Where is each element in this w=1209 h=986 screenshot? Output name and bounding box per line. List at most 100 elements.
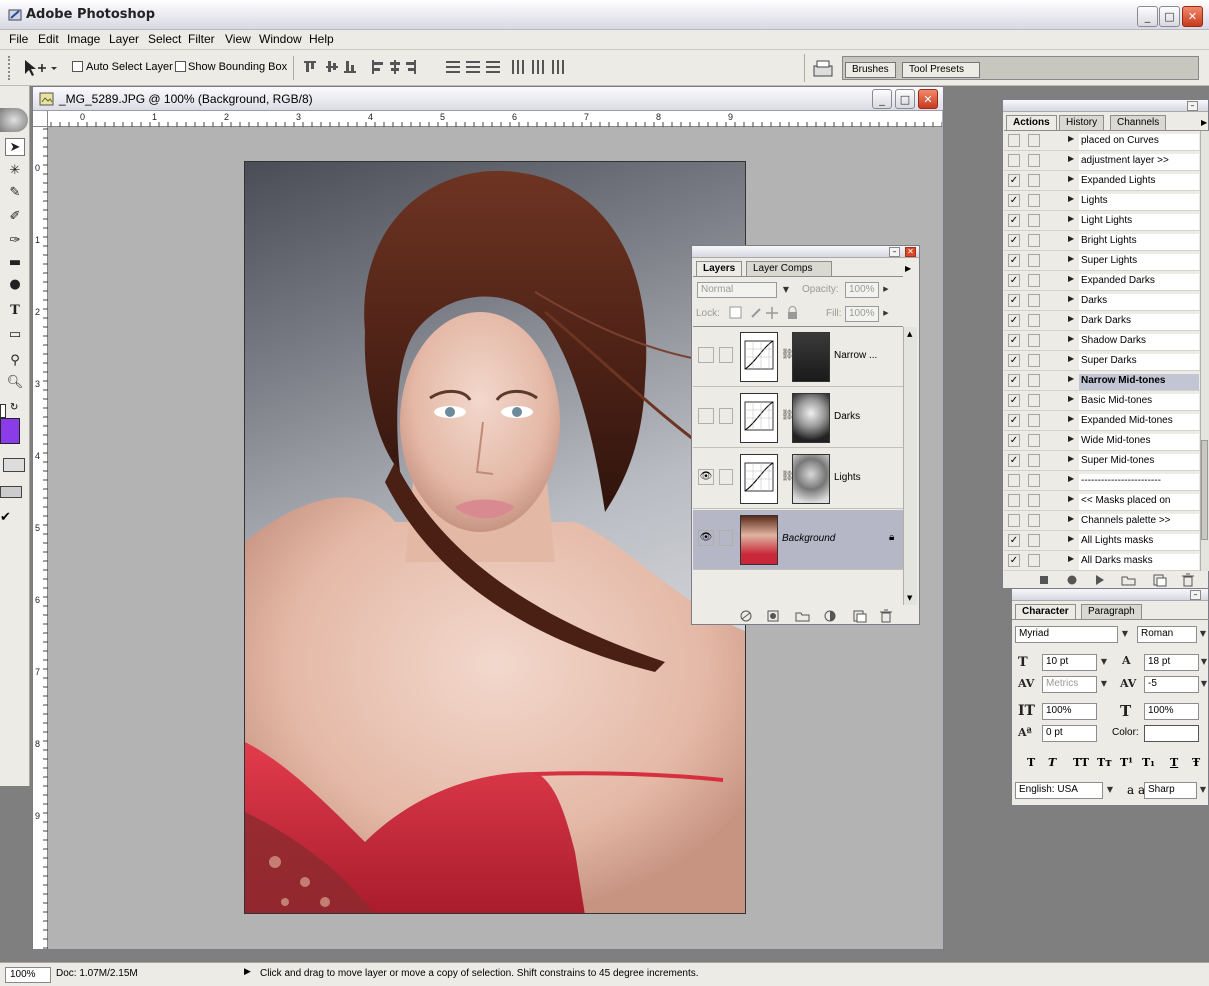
gradient-tool-icon[interactable]: ▬ (5, 254, 25, 272)
expand-triangle-icon[interactable]: ▶ (1068, 374, 1074, 383)
menu-select[interactable]: Select (148, 32, 181, 46)
action-label[interactable]: adjustment layer >> (1079, 154, 1199, 170)
expand-triangle-icon[interactable]: ▶ (1068, 194, 1074, 203)
history-brush-tool-icon[interactable]: ✑ (5, 232, 25, 250)
font-style-select[interactable]: Roman (1137, 626, 1197, 643)
curves-adjustment-thumbnail[interactable] (740, 332, 778, 382)
eyedropper-tool-icon[interactable]: ⚲ (5, 352, 25, 370)
action-toggle-checkbox[interactable] (1008, 154, 1020, 167)
layer-row-narrow[interactable]: ⛓ Narrow ... (693, 327, 903, 387)
dialog-toggle-checkbox[interactable] (1028, 314, 1040, 327)
checkmark-icon[interactable]: ✓ (1008, 414, 1020, 427)
layers-panel-minimize-button[interactable]: – (889, 247, 900, 257)
layer-link-toggle[interactable] (719, 408, 733, 424)
scroll-down-icon[interactable]: ▼ (907, 594, 912, 602)
move-tool-icon[interactable]: ➤ (5, 138, 25, 156)
action-item[interactable]: ✓ ▶ Basic Mid-tones (1004, 391, 1201, 411)
action-item[interactable]: ✓ ▶ Shadow Darks (1004, 331, 1201, 351)
action-label[interactable]: Shadow Darks (1079, 334, 1199, 350)
chevron-right-icon[interactable]: ▶ (879, 307, 893, 321)
checkmark-icon[interactable]: ✓ (1008, 554, 1020, 567)
options-bar-grip[interactable] (8, 56, 12, 80)
checkmark-icon[interactable]: ✓ (1008, 454, 1020, 467)
action-label[interactable]: All Darks masks (1079, 554, 1199, 570)
expand-triangle-icon[interactable]: ▶ (1068, 414, 1074, 423)
action-item[interactable]: ▶ Channels palette >> (1004, 511, 1201, 531)
zoom-level-field[interactable]: 100% (5, 967, 51, 983)
chevron-down-icon[interactable]: ▼ (1196, 627, 1209, 641)
layer-name[interactable]: Background (782, 533, 835, 544)
actions-panel-titlebar[interactable] (1003, 100, 1208, 112)
action-item[interactable]: ✓ ▶ All Darks masks (1004, 551, 1201, 571)
menu-view[interactable]: View (225, 32, 251, 46)
action-label[interactable]: Super Lights (1079, 254, 1199, 270)
action-label[interactable]: Lights (1079, 194, 1199, 210)
eye-icon[interactable]: 👁︎ (698, 469, 714, 485)
subscript-button[interactable]: T₁ (1142, 756, 1155, 769)
expand-triangle-icon[interactable]: ▶ (1068, 534, 1074, 543)
layers-footer-buttons[interactable] (736, 609, 896, 623)
layers-menu-arrow-icon[interactable]: ▶ (905, 264, 911, 273)
action-item[interactable]: ✓ ▶ Expanded Mid-tones (1004, 411, 1201, 431)
dialog-toggle-checkbox[interactable] (1028, 174, 1040, 187)
expand-triangle-icon[interactable]: ▶ (1068, 394, 1074, 403)
chevron-down-icon[interactable]: ▼ (1097, 655, 1111, 669)
checkmark-icon[interactable]: ✓ (1008, 334, 1020, 347)
tab-layers[interactable]: Layers (696, 261, 743, 276)
font-family-select[interactable]: Myriad (1015, 626, 1118, 643)
menu-image[interactable]: Image (67, 32, 100, 46)
action-item[interactable]: ✓ ▶ Darks (1004, 291, 1201, 311)
dialog-toggle-checkbox[interactable] (1028, 194, 1040, 207)
menu-filter[interactable]: Filter (188, 32, 215, 46)
actions-scroll-thumb[interactable] (1201, 440, 1208, 540)
actions-footer-buttons[interactable] (1036, 573, 1196, 587)
chevron-right-icon[interactable]: ▶ (879, 283, 893, 297)
checkmark-icon[interactable]: ✓ (1008, 354, 1020, 367)
expand-triangle-icon[interactable]: ▶ (1068, 234, 1074, 243)
layer-mask-thumbnail[interactable] (792, 332, 830, 382)
layers-panel-titlebar[interactable] (692, 246, 919, 258)
checkmark-icon[interactable]: ✓ (1008, 294, 1020, 307)
character-panel-titlebar[interactable] (1012, 589, 1208, 601)
action-label[interactable]: All Lights masks (1079, 534, 1199, 550)
chevron-down-icon[interactable]: ▼ (1197, 655, 1209, 669)
minimize-app-button[interactable]: _ (1137, 6, 1158, 27)
actions-menu-arrow-icon[interactable]: ▶ (1201, 118, 1207, 127)
scroll-up-icon[interactable]: ▲ (907, 330, 912, 338)
dialog-toggle-checkbox[interactable] (1028, 514, 1040, 527)
dialog-toggle-checkbox[interactable] (1028, 154, 1040, 167)
all-caps-button[interactable]: TT (1073, 756, 1089, 769)
dialog-toggle-checkbox[interactable] (1028, 414, 1040, 427)
dialog-toggle-checkbox[interactable] (1028, 474, 1040, 487)
chevron-down-icon[interactable]: ▼ (1118, 627, 1132, 641)
action-label[interactable]: Expanded Darks (1079, 274, 1199, 290)
action-item[interactable]: ✓ ▶ Bright Lights (1004, 231, 1201, 251)
ruler-origin[interactable] (33, 111, 48, 127)
layer-row-lights[interactable]: 👁︎ ⛓ Lights (693, 449, 903, 509)
chevron-down-icon[interactable]: ▼ (1097, 677, 1111, 691)
curves-adjustment-thumbnail[interactable] (740, 393, 778, 443)
expand-triangle-icon[interactable]: ▶ (1068, 294, 1074, 303)
action-label[interactable]: ------------------------ (1079, 474, 1199, 490)
action-label[interactable]: Expanded Mid-tones (1079, 414, 1199, 430)
language-select[interactable]: English: USA (1015, 782, 1103, 799)
antialias-select[interactable]: Sharp (1144, 782, 1197, 799)
action-item[interactable]: ✓ ▶ All Lights masks (1004, 531, 1201, 551)
layer-visibility-toggle[interactable] (698, 408, 714, 424)
brushes-tab[interactable]: Brushes (845, 62, 896, 78)
character-panel-minimize-button[interactable]: – (1190, 590, 1201, 600)
dialog-toggle-checkbox[interactable] (1028, 334, 1040, 347)
expand-triangle-icon[interactable]: ▶ (1068, 254, 1074, 263)
blend-mode-select[interactable]: Normal (697, 282, 777, 298)
dialog-toggle-checkbox[interactable] (1028, 214, 1040, 227)
chevron-down-icon[interactable]: ▼ (1103, 783, 1117, 797)
dialog-toggle-checkbox[interactable] (1028, 374, 1040, 387)
tab-paragraph[interactable]: Paragraph (1081, 604, 1142, 619)
checkmark-icon[interactable]: ✓ (1008, 254, 1020, 267)
menu-window[interactable]: Window (259, 32, 302, 46)
action-label[interactable]: Dark Darks (1079, 314, 1199, 330)
photo-canvas[interactable] (244, 161, 746, 914)
expand-triangle-icon[interactable]: ▶ (1068, 454, 1074, 463)
layer-row-darks[interactable]: ⛓ Darks (693, 388, 903, 448)
tab-layer-comps[interactable]: Layer Comps (746, 261, 832, 276)
